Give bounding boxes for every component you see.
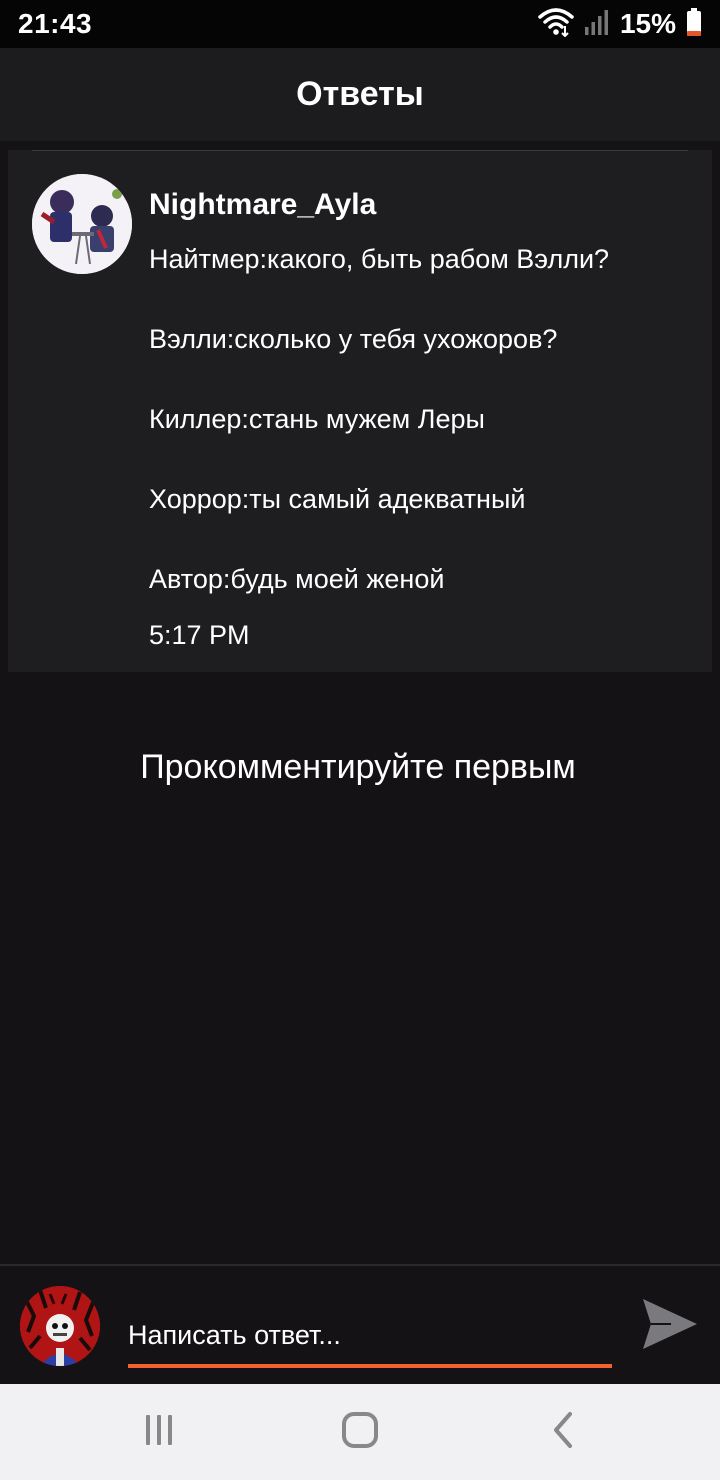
user-avatar-image[interactable] <box>32 174 132 274</box>
post-line: Киллер:стань мужем Леры <box>149 404 485 434</box>
replies-screen: 21:43 15% Ответы Nightmare_Ayla Найтмер:… <box>0 0 720 1480</box>
post-line: Вэлли:сколько у тебя ухожоров? <box>149 324 558 354</box>
status-bar: 21:43 15% <box>0 0 720 48</box>
app-header: Ответы <box>0 48 720 141</box>
post-body: Найтмер:какого, быть рабом Вэлли? Вэлли:… <box>149 242 689 642</box>
recent-apps-button[interactable] <box>139 1412 179 1452</box>
post-card: Nightmare_Ayla Найтмер:какого, быть рабо… <box>8 150 712 672</box>
wifi-icon <box>538 7 574 42</box>
reply-input-underline <box>128 1364 612 1368</box>
recent-apps-icon <box>141 1412 177 1453</box>
post-timestamp: 5:17 PM <box>149 620 250 650</box>
battery-percent: 15% <box>619 8 676 39</box>
signal-icon <box>584 8 610 41</box>
status-icons: 15% <box>538 7 702 42</box>
send-icon <box>641 1297 699 1356</box>
battery-icon <box>686 7 702 41</box>
send-button[interactable] <box>638 1296 702 1356</box>
current-user-avatar-image <box>20 1286 100 1366</box>
status-time: 21:43 <box>18 8 93 39</box>
page-title: Ответы <box>296 75 424 113</box>
home-icon <box>340 1410 380 1455</box>
back-icon <box>546 1410 578 1455</box>
back-button[interactable] <box>542 1410 582 1455</box>
divider <box>32 150 688 151</box>
reply-bar <box>0 1264 720 1384</box>
empty-comments-message: Прокомментируйте первым <box>140 748 576 786</box>
reply-input[interactable] <box>128 1302 612 1364</box>
post-line: Хоррор:ты самый адекватный <box>149 484 526 514</box>
system-nav-bar <box>0 1384 720 1480</box>
post-author[interactable]: Nightmare_Ayla <box>149 188 376 222</box>
post-line: Найтмер:какого, быть рабом Вэлли? <box>149 244 610 274</box>
home-button[interactable] <box>340 1410 380 1455</box>
